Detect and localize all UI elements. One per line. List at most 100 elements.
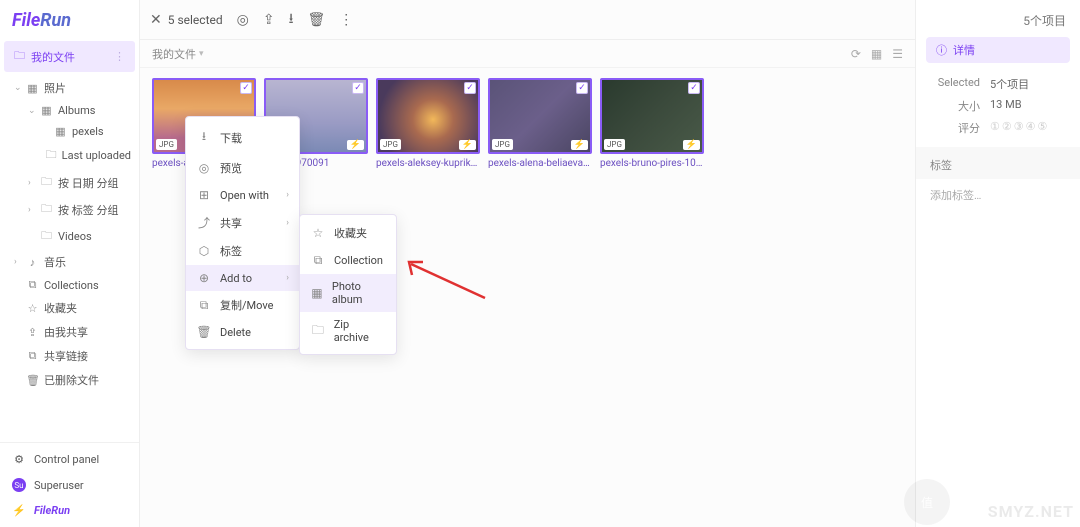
list-view-icon[interactable]: ☰ <box>892 47 903 61</box>
file-grid: ✓ JPG ⚡ pexels-adi-p… ✓ JPG ⚡ …ed-109700… <box>140 68 915 527</box>
format-badge: JPG <box>604 139 625 150</box>
close-icon: ✕ <box>150 12 162 28</box>
bolt-icon: ⚡ <box>347 140 364 150</box>
more-button[interactable]: ⋮ <box>339 12 353 28</box>
thumbnail-image[interactable]: ✓ JPG ⚡ <box>600 78 704 154</box>
context-menu-item[interactable]: ⊕Add to› <box>186 265 299 291</box>
check-icon[interactable]: ✓ <box>464 82 476 94</box>
item-icon: 🗑 <box>26 374 39 387</box>
clear-selection-button[interactable]: ✕ 5 selected <box>150 12 223 28</box>
detail-key: 大小 <box>930 98 980 114</box>
submenu-item[interactable]: ☆收藏夹 <box>300 219 396 247</box>
item-icon: 🗀 <box>46 146 57 165</box>
sidebar-my-files[interactable]: 🗀 我的文件 ⋮ <box>4 41 135 72</box>
more-icon[interactable]: ⋮ <box>114 50 125 63</box>
item-label: Videos <box>58 230 92 243</box>
submenu-item[interactable]: 🗀 Zip archive <box>300 312 396 350</box>
sidebar-item[interactable]: ⧉Collections <box>0 274 139 296</box>
menu-item-icon: ☆ <box>310 226 326 240</box>
logo[interactable]: FileRun <box>0 0 139 41</box>
menu-item-icon: 🗀 <box>310 321 326 342</box>
context-menu-item[interactable]: ◎预览 <box>186 154 299 182</box>
item-label: 按 标签 分组 <box>58 202 118 218</box>
item-label: 已删除文件 <box>44 372 99 388</box>
main-area: ✕ 5 selected ◎ ⇪ ⭳ 🗑 ⋮ 我的文件 ▾ ⟳ ▦ ☰ ✓ JP… <box>140 0 915 527</box>
menu-item-icon: ⊕ <box>196 271 212 285</box>
control-panel-link[interactable]: ⚙ Control panel <box>0 447 139 472</box>
gear-icon: ⚙ <box>12 453 26 466</box>
bolt-icon: ⚡ <box>683 140 700 150</box>
sidebar-item[interactable]: 🗀Videos <box>0 223 139 250</box>
folder-icon: 🗀 <box>14 47 25 66</box>
share-button[interactable]: ⇪ <box>263 12 275 28</box>
chevron-icon: › <box>28 178 38 188</box>
sidebar-item[interactable]: ›♪音乐 <box>0 250 139 274</box>
sidebar-item[interactable]: ⧉共享链接 <box>0 344 139 368</box>
chevron-icon: › <box>28 205 38 215</box>
chevron-icon: ⌄ <box>14 83 24 93</box>
menu-item-label: 标签 <box>220 243 242 259</box>
add-tag-input[interactable]: 添加标签… <box>916 179 1080 211</box>
submenu-item[interactable]: ▦Photo album <box>300 274 396 312</box>
context-menu-item[interactable]: ⧉复制/Move <box>186 291 299 319</box>
chevron-down-icon[interactable]: ▾ <box>199 49 204 59</box>
sidebar-item[interactable]: 🗑 已删除文件 <box>0 368 139 392</box>
delete-button[interactable]: 🗑 <box>308 12 326 28</box>
menu-item-label: 复制/Move <box>220 297 273 313</box>
trash-icon: 🗑 <box>308 12 326 28</box>
submenu-item[interactable]: ⧉Collection <box>300 247 396 274</box>
menu-item-label: Collection <box>334 254 383 267</box>
context-menu-item[interactable]: 🗑Delete <box>186 319 299 345</box>
details-button[interactable]: ⓘ 详情 <box>926 37 1070 63</box>
file-thumbnail[interactable]: ✓ JPG ⚡ pexels-alena-beliaeva-95… <box>488 78 592 169</box>
more-icon: ⋮ <box>339 12 353 28</box>
sidebar-item[interactable]: ›🗀 按 标签 分组 <box>0 196 139 223</box>
sidebar-item[interactable]: ⌄▦照片 <box>0 76 139 100</box>
chevron-icon: › <box>14 257 24 267</box>
item-icon: 🗀 <box>40 200 53 219</box>
detail-row: 评分①②③④⑤ <box>916 117 1080 139</box>
refresh-icon[interactable]: ⟳ <box>851 47 861 61</box>
context-menu-item[interactable]: ⬡标签 <box>186 237 299 265</box>
sidebar-item[interactable]: ›🗀按 日期 分组 <box>0 169 139 196</box>
chevron-right-icon: › <box>286 218 289 228</box>
grid-view-icon[interactable]: ▦ <box>871 47 882 61</box>
menu-item-label: Zip archive <box>334 318 386 344</box>
item-label: 音乐 <box>44 254 66 270</box>
preview-button[interactable]: ◎ <box>237 12 249 28</box>
download-icon: ⭳ <box>289 8 294 32</box>
thumbnail-image[interactable]: ✓ JPG ⚡ <box>376 78 480 154</box>
user-link[interactable]: Su Superuser <box>0 472 139 498</box>
file-thumbnail[interactable]: ✓ JPG ⚡ pexels-bruno-pires-1016… <box>600 78 704 169</box>
info-icon: ⓘ <box>936 42 947 58</box>
file-thumbnail[interactable]: ✓ JPG ⚡ pexels-aleksey-kuprikov-… <box>376 78 480 169</box>
check-icon[interactable]: ✓ <box>352 82 364 94</box>
brand-link[interactable]: ⚡ FileRun <box>0 498 139 523</box>
context-menu-item[interactable]: ⊞Open with› <box>186 182 299 208</box>
selection-count: 5 selected <box>168 13 223 27</box>
sidebar-item[interactable]: ▦pexels <box>0 121 139 142</box>
item-icon: 🗀 <box>40 173 53 192</box>
thumbnail-image[interactable]: ✓ JPG ⚡ <box>488 78 592 154</box>
context-menu-item[interactable]: ⤴共享› <box>186 208 299 237</box>
item-icon: ▦ <box>26 82 39 95</box>
menu-item-label: 预览 <box>220 160 242 176</box>
sidebar-item[interactable]: 🗀Last uploaded <box>0 142 139 169</box>
breadcrumb-path[interactable]: 我的文件 <box>152 46 196 62</box>
item-label: Collections <box>44 279 99 292</box>
chevron-icon: ⌄ <box>28 106 38 116</box>
check-icon[interactable]: ✓ <box>240 82 252 94</box>
context-menu-item[interactable]: ⭳下载 <box>186 121 299 154</box>
sidebar-item[interactable]: ☆收藏夹 <box>0 296 139 320</box>
sidebar-item[interactable]: ⌄▦Albums <box>0 100 139 121</box>
item-icon: ⇪ <box>26 326 39 339</box>
check-icon[interactable]: ✓ <box>688 82 700 94</box>
item-label: 共享链接 <box>44 348 88 364</box>
sidebar-bottom: ⚙ Control panel Su Superuser ⚡ FileRun <box>0 442 139 527</box>
sidebar-item[interactable]: ⇪由我共享 <box>0 320 139 344</box>
download-button[interactable]: ⭳ <box>289 8 294 32</box>
check-icon[interactable]: ✓ <box>576 82 588 94</box>
sidebar-tree: ⌄▦照片⌄▦Albums▦pexels🗀Last uploaded›🗀按 日期 … <box>0 72 139 442</box>
sidebar: FileRun 🗀 我的文件 ⋮ ⌄▦照片⌄▦Albums▦pexels🗀Las… <box>0 0 140 527</box>
file-name: pexels-alena-beliaeva-95… <box>488 158 592 169</box>
